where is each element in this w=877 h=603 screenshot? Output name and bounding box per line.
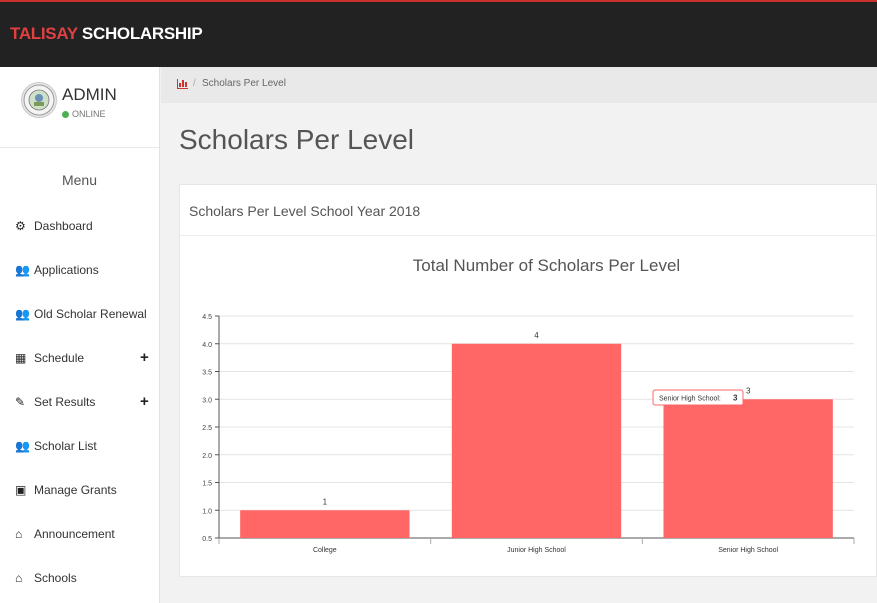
y-tick-label: 0.5	[202, 536, 212, 543]
dashboard-icon: ⚙	[15, 219, 26, 233]
users-icon: 👥	[15, 263, 30, 277]
sidebar-item-schedule[interactable]: ▦ Schedule +	[0, 349, 159, 379]
breadcrumb-separator: /	[193, 78, 196, 89]
sidebar-item-old-scholar-renewal[interactable]: 👥 Old Scholar Renewal	[0, 307, 159, 335]
avatar	[21, 82, 57, 118]
top-navbar: TALISAY SCHOLARSHIP	[0, 0, 877, 67]
sidebar-item-manage-grants[interactable]: ▣ Manage Grants	[0, 483, 159, 511]
y-tick-label: 4.5	[202, 314, 212, 321]
money-icon: ▣	[15, 483, 27, 497]
tooltip-label: Senior High School:	[659, 396, 721, 403]
user-panel: ADMIN ONLINE	[0, 67, 159, 148]
bar-chart-icon[interactable]	[177, 79, 188, 89]
sidebar-item-schools[interactable]: ⌂ Schools	[0, 571, 159, 599]
sidebar-item-dashboard[interactable]: ⚙ Dashboard	[0, 219, 159, 247]
tooltip-value: 3	[733, 394, 738, 403]
user-name: ADMIN	[62, 85, 117, 104]
page-title: Scholars Per Level	[179, 124, 415, 155]
expand-plus-icon[interactable]: +	[140, 349, 149, 366]
y-tick-label: 1.0	[202, 508, 212, 515]
home-icon: ⌂	[15, 527, 23, 541]
x-tick-label: College	[313, 547, 337, 554]
sidebar-item-label: Announcement	[34, 527, 115, 541]
y-tick-label: 1.5	[202, 481, 212, 488]
chart-title: Total Number of Scholars Per Level	[413, 256, 680, 275]
sidebar-item-label: Applications	[34, 263, 99, 277]
chart-panel: Scholars Per Level School Year 2018 Tota…	[179, 184, 877, 577]
breadcrumb-current: Scholars Per Level	[202, 78, 286, 89]
sidebar-item-set-results[interactable]: ✎ Set Results +	[0, 393, 159, 423]
chart-container: Total Number of Scholars Per Level 0.5 1.0…	[180, 236, 877, 577]
bar-value-label: 3	[746, 386, 751, 395]
pencil-icon: ✎	[15, 395, 26, 409]
bar-college[interactable]	[240, 510, 410, 538]
user-status: ONLINE	[62, 109, 106, 119]
y-tick-label: 4.0	[202, 342, 212, 349]
sidebar-item-label: Scholar List	[34, 439, 97, 453]
sidebar-item-scholar-list[interactable]: 👥 Scholar List	[0, 439, 159, 467]
bar-value-label: 1	[323, 497, 328, 506]
sidebar: ADMIN ONLINE Menu ⚙ Dashboard 👥 Application…	[0, 67, 160, 603]
menu-title: Menu	[61, 172, 98, 188]
sidebar-item-announcement[interactable]: ⌂ Announcement	[0, 527, 159, 555]
brand-logo[interactable]: TALISAY SCHOLARSHIP	[10, 24, 203, 44]
panel-header: Scholars Per Level School Year 2018	[180, 185, 877, 236]
sidebar-item-label: Old Scholar Renewal	[34, 307, 147, 321]
panel-title: Scholars Per Level School Year 2018	[189, 203, 421, 219]
y-tick-label: 2.5	[202, 425, 212, 432]
y-tick-label: 2.0	[202, 453, 212, 460]
online-dot-icon	[62, 111, 69, 118]
sidebar-item-label: Schools	[34, 571, 77, 585]
seal-icon	[23, 84, 55, 116]
bar-senior-high-school[interactable]	[663, 399, 833, 538]
brand-white-text: SCHOLARSHIP	[77, 24, 203, 43]
y-tick-label: 3.5	[202, 370, 212, 377]
sidebar-item-label: Schedule	[34, 351, 85, 365]
bar-junior-high-school[interactable]	[451, 343, 622, 538]
sidebar-item-applications[interactable]: 👥 Applications	[0, 263, 159, 291]
x-tick-label: Junior High School	[507, 547, 566, 554]
breadcrumb: / Scholars Per Level	[161, 67, 877, 103]
brand-red-text: TALISAY	[10, 24, 78, 43]
users-icon: 👥	[15, 439, 30, 453]
sidebar-item-label: Set Results	[34, 395, 96, 409]
bar-chart: Total Number of Scholars Per Level 0.5 1.0…	[202, 256, 855, 554]
sidebar-item-label: Manage Grants	[34, 483, 117, 497]
home-icon: ⌂	[15, 571, 23, 585]
x-tick-label: Senior High School	[718, 547, 778, 554]
users-icon: 👥	[15, 307, 30, 321]
expand-plus-icon[interactable]: +	[140, 393, 149, 410]
calendar-icon: ▦	[15, 351, 27, 365]
sidebar-item-label: Dashboard	[34, 219, 93, 233]
y-tick-label: 3.0	[202, 397, 212, 404]
user-status-label: ONLINE	[72, 109, 106, 119]
bar-value-label: 4	[534, 331, 539, 340]
